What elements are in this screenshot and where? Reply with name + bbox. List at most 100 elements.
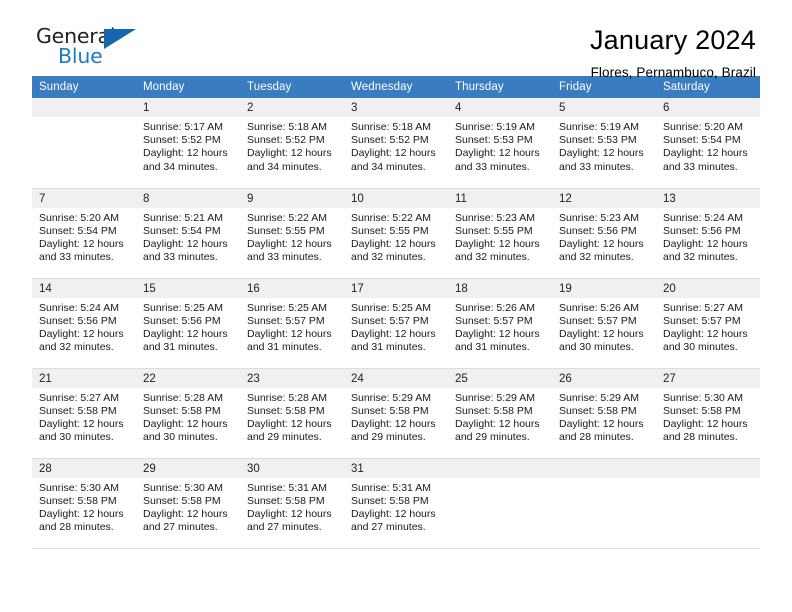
sunset-text: Sunset: 5:56 PM [559,224,637,237]
day-cell[interactable]: 3 Sunrise: 5:18 AM Sunset: 5:52 PM Daylight… [344,98,448,189]
day-cell[interactable]: 14 Sunrise: 5:24 AM Sunset: 5:56 PM Dayligh… [32,278,136,369]
day-cell[interactable]: 5 Sunrise: 5:19 AM Sunset: 5:53 PM Daylight… [552,98,656,189]
daylight-text-line2: and 34 minutes. [143,160,218,173]
sunrise-text: Sunrise: 5:29 AM [455,391,535,404]
daylight-text-line2: and 30 minutes. [559,341,634,354]
day-cell[interactable]: 8 Sunrise: 5:21 AM Sunset: 5:54 PM Daylight… [136,188,240,279]
daylight-text-line2: and 30 minutes. [39,431,114,444]
daylight-text-line2: and 32 minutes. [455,251,530,264]
sunrise-text: Sunrise: 5:29 AM [559,391,639,404]
day-cell[interactable]: 15 Sunrise: 5:25 AM Sunset: 5:56 PM Dayligh… [136,278,240,369]
day-number [32,98,136,117]
daylight-text-line1: Daylight: 12 hours [455,237,540,250]
day-number: 2 [240,98,344,117]
daylight-text-line2: and 30 minutes. [663,341,738,354]
sunset-text: Sunset: 5:58 PM [39,404,117,417]
day-cell[interactable]: 17 Sunrise: 5:25 AM Sunset: 5:57 PM Dayligh… [344,278,448,369]
sunset-text: Sunset: 5:57 PM [663,314,741,327]
day-cell[interactable]: 30 Sunrise: 5:31 AM Sunset: 5:58 PM Dayligh… [240,458,344,549]
daylight-text-line1: Daylight: 12 hours [559,237,644,250]
day-cell[interactable]: 1 Sunrise: 5:17 AM Sunset: 5:52 PM Daylight… [136,98,240,189]
sunset-text: Sunset: 5:56 PM [143,314,221,327]
daylight-text-line1: Daylight: 12 hours [455,417,540,430]
daylight-text-line1: Daylight: 12 hours [247,327,332,340]
daylight-text-line1: Daylight: 12 hours [351,237,436,250]
general-blue-logo[interactable]: General Blue [36,26,140,72]
daylight-text-line1: Daylight: 12 hours [351,417,436,430]
daylight-text-line1: Daylight: 12 hours [351,147,436,160]
daylight-text-line2: and 27 minutes. [143,521,218,534]
day-cell[interactable]: 12 Sunrise: 5:23 AM Sunset: 5:56 PM Dayligh… [552,188,656,279]
day-cell[interactable]: 10 Sunrise: 5:22 AM Sunset: 5:55 PM Dayligh… [344,188,448,279]
daylight-text-line2: and 33 minutes. [455,160,530,173]
day-cell[interactable]: 6 Sunrise: 5:20 AM Sunset: 5:54 PM Daylight… [656,98,760,189]
day-cell[interactable] [32,98,136,189]
calendar-week-row: 14 Sunrise: 5:24 AM Sunset: 5:56 PM Dayligh… [32,278,760,369]
day-number: 6 [656,98,760,117]
sunrise-text: Sunrise: 5:19 AM [455,121,535,133]
day-number [656,458,760,478]
day-cell[interactable]: 9 Sunrise: 5:22 AM Sunset: 5:55 PM Daylight… [240,188,344,279]
day-number: 10 [344,188,448,208]
day-cell[interactable]: 29 Sunrise: 5:30 AM Sunset: 5:58 PM Dayligh… [136,458,240,549]
sunset-text: Sunset: 5:56 PM [39,314,117,327]
day-cell[interactable]: 7 Sunrise: 5:20 AM Sunset: 5:54 PM Daylight… [32,188,136,279]
daylight-text-line2: and 31 minutes. [455,341,530,354]
sunset-text: Sunset: 5:52 PM [247,134,325,147]
day-number: 13 [656,188,760,208]
daylight-text-line1: Daylight: 12 hours [39,507,124,520]
daylight-text-line2: and 31 minutes. [351,341,426,354]
daylight-text-line2: and 32 minutes. [39,341,114,354]
daylight-text-line1: Daylight: 12 hours [247,237,332,250]
day-cell[interactable]: 16 Sunrise: 5:25 AM Sunset: 5:57 PM Dayligh… [240,278,344,369]
day-cell[interactable]: 13 Sunrise: 5:24 AM Sunset: 5:56 PM Dayligh… [656,188,760,279]
day-cell[interactable] [448,458,552,549]
day-cell[interactable]: 19 Sunrise: 5:26 AM Sunset: 5:57 PM Dayligh… [552,278,656,369]
sunrise-text: Sunrise: 5:26 AM [455,301,535,314]
sunset-text: Sunset: 5:55 PM [247,224,325,237]
daylight-text-line2: and 31 minutes. [247,341,322,354]
sunset-text: Sunset: 5:53 PM [455,134,533,147]
day-cell[interactable]: 31 Sunrise: 5:31 AM Sunset: 5:58 PM Dayligh… [344,458,448,549]
daylight-text-line2: and 33 minutes. [663,160,738,173]
day-number: 8 [136,188,240,208]
sunset-text: Sunset: 5:58 PM [559,404,637,417]
sunrise-text: Sunrise: 5:20 AM [663,121,743,133]
day-number: 3 [344,98,448,117]
day-cell[interactable]: 11 Sunrise: 5:23 AM Sunset: 5:55 PM Dayligh… [448,188,552,279]
day-cell[interactable]: 25 Sunrise: 5:29 AM Sunset: 5:58 PM Dayligh… [448,368,552,459]
sunset-text: Sunset: 5:54 PM [663,134,741,147]
sunrise-text: Sunrise: 5:31 AM [247,481,327,494]
sunrise-text: Sunrise: 5:27 AM [39,391,119,404]
day-cell[interactable]: 26 Sunrise: 5:29 AM Sunset: 5:58 PM Dayligh… [552,368,656,459]
day-cell[interactable]: 23 Sunrise: 5:28 AM Sunset: 5:58 PM Dayligh… [240,368,344,459]
daylight-text-line1: Daylight: 12 hours [663,327,748,340]
day-number: 31 [344,458,448,478]
day-cell[interactable]: 22 Sunrise: 5:28 AM Sunset: 5:58 PM Dayligh… [136,368,240,459]
sunrise-text: Sunrise: 5:30 AM [143,481,223,494]
sunrise-text: Sunrise: 5:23 AM [559,211,639,224]
day-number: 19 [552,278,656,298]
day-cell[interactable]: 4 Sunrise: 5:19 AM Sunset: 5:53 PM Daylight… [448,98,552,189]
daylight-text-line1: Daylight: 12 hours [143,147,228,160]
sunrise-text: Sunrise: 5:31 AM [351,481,431,494]
day-cell[interactable]: 18 Sunrise: 5:26 AM Sunset: 5:57 PM Dayligh… [448,278,552,369]
day-cell[interactable]: 28 Sunrise: 5:30 AM Sunset: 5:58 PM Dayligh… [32,458,136,549]
day-number: 20 [656,278,760,298]
sunrise-text: Sunrise: 5:22 AM [247,211,327,224]
day-cell[interactable] [656,458,760,549]
sunset-text: Sunset: 5:58 PM [351,494,429,507]
day-number [448,458,552,478]
daylight-text-line1: Daylight: 12 hours [143,237,228,250]
day-cell[interactable]: 2 Sunrise: 5:18 AM Sunset: 5:52 PM Daylight… [240,98,344,189]
daylight-text-line1: Daylight: 12 hours [39,237,124,250]
day-cell[interactable] [552,458,656,549]
day-cell[interactable]: 27 Sunrise: 5:30 AM Sunset: 5:58 PM Dayligh… [656,368,760,459]
daylight-text-line2: and 31 minutes. [143,341,218,354]
daylight-text-line2: and 33 minutes. [143,251,218,264]
calendar-body: 1 Sunrise: 5:17 AM Sunset: 5:52 PM Daylight… [32,98,760,549]
day-cell[interactable]: 20 Sunrise: 5:27 AM Sunset: 5:57 PM Dayligh… [656,278,760,369]
day-cell[interactable]: 24 Sunrise: 5:29 AM Sunset: 5:58 PM Dayligh… [344,368,448,459]
day-cell[interactable]: 21 Sunrise: 5:27 AM Sunset: 5:58 PM Dayligh… [32,368,136,459]
day-number: 23 [240,368,344,388]
